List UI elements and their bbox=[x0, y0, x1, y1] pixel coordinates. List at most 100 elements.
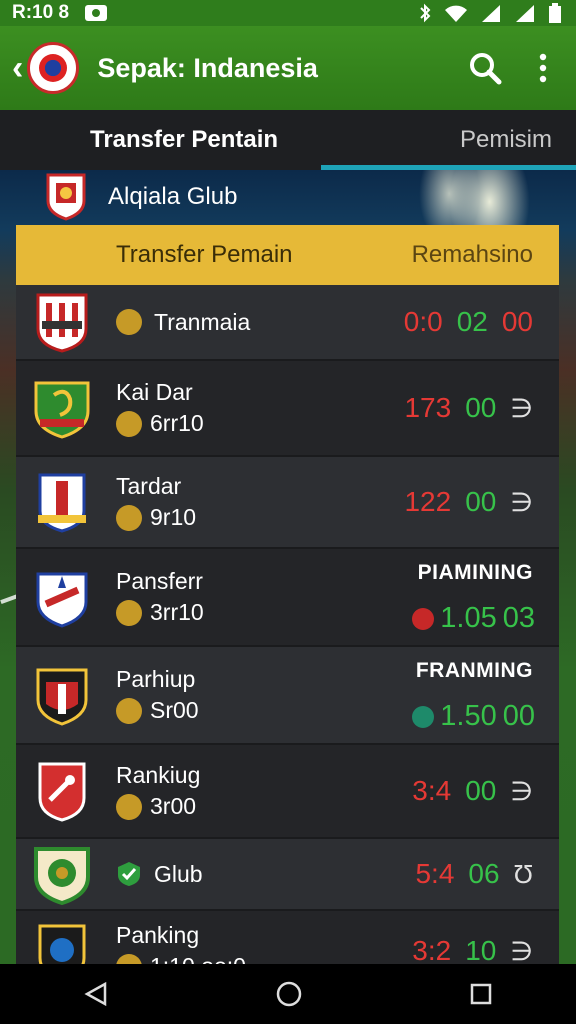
ranking-label: PIAMINING bbox=[417, 561, 533, 584]
club-crest-icon bbox=[36, 572, 88, 628]
row-name: Glub bbox=[116, 859, 203, 890]
score-value: 00 bbox=[465, 392, 497, 423]
ranking-status-icon bbox=[412, 607, 435, 630]
list-item[interactable]: Panking 1:10 oo:0 3:2 10 ∋ bbox=[16, 911, 559, 965]
ranking-score: 1.05 03 bbox=[412, 602, 535, 635]
list-item[interactable]: Parhiup Sr00 FRANMING 1.50 00 bbox=[16, 647, 559, 745]
club-header: Alqiala Glub bbox=[46, 172, 237, 222]
status-bar: R:10 8 bbox=[0, 0, 576, 26]
shield-badge-icon bbox=[116, 410, 142, 437]
club-crest-icon bbox=[38, 762, 86, 822]
row-name-text: Tardar bbox=[116, 473, 182, 499]
row-score: 0:0 02 00 bbox=[404, 306, 533, 338]
ranking-value: 03 bbox=[502, 602, 535, 634]
list-item[interactable]: Kai Dar 6rr10 173 00 ∋ bbox=[16, 361, 559, 457]
nav-home-icon[interactable] bbox=[275, 980, 303, 1008]
row-sub-text: Sr00 bbox=[150, 697, 199, 723]
row-name-text: Kai Dar bbox=[116, 379, 193, 405]
list-item[interactable]: Tranmaia 0:0 02 00 bbox=[16, 285, 559, 361]
tab-pemisim[interactable]: Pemisim bbox=[321, 110, 576, 170]
app-title: Sepak: Indanesia bbox=[97, 52, 318, 83]
row-info: Glub bbox=[116, 859, 203, 890]
row-info: Kai Dar 6rr10 bbox=[116, 377, 204, 439]
row-sub: 3r00 bbox=[116, 791, 200, 822]
club-crest-icon bbox=[34, 847, 90, 905]
score-value: 02 bbox=[456, 306, 488, 337]
panel-header: Transfer Pemain Remahsino bbox=[16, 225, 559, 285]
club-crest-icon bbox=[38, 924, 86, 965]
row-score: 173 00 ∋ bbox=[404, 392, 533, 424]
row-sub: 9r10 bbox=[116, 502, 196, 533]
ball-badge-icon bbox=[116, 793, 142, 820]
row-info: Panking 1:10 oo:0 bbox=[116, 920, 246, 965]
score-value: ∋ bbox=[510, 486, 533, 517]
nav-recents-icon[interactable] bbox=[469, 982, 493, 1006]
list-item[interactable]: Rankiug 3r00 3:4 00 ∋ bbox=[16, 745, 559, 839]
club-crest-icon bbox=[38, 473, 86, 533]
score-value: 3:4 bbox=[412, 775, 452, 806]
score-value: 0:0 bbox=[403, 306, 443, 337]
row-info: Parhiup Sr00 bbox=[116, 664, 199, 726]
row-score: 122 00 ∋ bbox=[404, 486, 533, 518]
bluetooth-icon bbox=[420, 3, 431, 23]
row-sub-text: 3r00 bbox=[150, 793, 197, 819]
ranking-value: 1.50 bbox=[440, 700, 497, 732]
battery-icon bbox=[549, 3, 561, 23]
club-header-label: Alqiala Glub bbox=[108, 183, 238, 210]
row-score: 5:4 06 Ʊ bbox=[415, 858, 533, 890]
score-value: Ʊ bbox=[513, 858, 533, 889]
back-arrow-icon[interactable]: ‹ bbox=[12, 49, 23, 88]
transfer-panel: Transfer Pemain Remahsino Tranmaia 0:0 0… bbox=[16, 225, 559, 965]
score-value: 173 bbox=[404, 392, 452, 423]
score-value: ∋ bbox=[510, 775, 533, 806]
score-value: ∋ bbox=[510, 935, 533, 966]
list-item[interactable]: Tardar 9r10 122 00 ∋ bbox=[16, 457, 559, 549]
club-crest-icon bbox=[34, 381, 90, 439]
row-info: Tranmaia bbox=[116, 307, 250, 338]
search-icon[interactable] bbox=[468, 51, 502, 85]
wifi-icon bbox=[445, 5, 467, 22]
ranking-value: 00 bbox=[502, 700, 535, 732]
app-logo bbox=[27, 42, 80, 94]
ball-badge-icon bbox=[116, 599, 142, 626]
score-value: 00 bbox=[465, 775, 497, 806]
row-score: 3:2 10 ∋ bbox=[412, 935, 533, 965]
panel-header-secondary: Remahsino bbox=[411, 241, 533, 268]
notification-icon bbox=[85, 5, 108, 21]
ranking-score: 1.50 00 bbox=[412, 700, 535, 733]
row-info: Pansferr 3rr10 bbox=[116, 566, 204, 628]
score-value: 00 bbox=[465, 486, 497, 517]
row-name-text: Parhiup bbox=[116, 666, 196, 692]
ball-badge-icon bbox=[116, 697, 142, 724]
list-item[interactable]: Pansferr 3rr10 PIAMINING 1.05 03 bbox=[16, 549, 559, 647]
score-value: ∋ bbox=[510, 392, 533, 423]
row-name-text: Glub bbox=[154, 860, 203, 887]
signal-icon bbox=[482, 5, 500, 22]
tab-transfer[interactable]: Transfer Pentain bbox=[0, 110, 321, 170]
tab-bar: Transfer Pentain Pemisim bbox=[0, 110, 576, 170]
tab-transfer-label: Transfer Pentain bbox=[90, 126, 279, 153]
check-badge-icon bbox=[118, 862, 140, 886]
score-value: 06 bbox=[468, 858, 500, 889]
score-value: 00 bbox=[501, 306, 533, 337]
row-name-text: Tranmaia bbox=[154, 308, 251, 335]
signal-icon bbox=[516, 5, 534, 22]
row-sub-text: 3rr10 bbox=[150, 599, 204, 625]
row-sub: 6rr10 bbox=[116, 408, 204, 439]
list-item[interactable]: Glub 5:4 06 Ʊ bbox=[16, 839, 559, 911]
row-name-text: Panking bbox=[116, 922, 200, 948]
row-score: 3:4 00 ∋ bbox=[412, 775, 533, 807]
ball-badge-icon bbox=[116, 504, 142, 531]
score-value: 10 bbox=[465, 935, 497, 965]
ranking-value: 1.05 bbox=[440, 602, 497, 634]
panel-header-title: Transfer Pemain bbox=[116, 241, 293, 268]
row-info: Tardar 9r10 bbox=[116, 471, 196, 533]
nav-back-icon[interactable] bbox=[83, 981, 109, 1007]
row-info: Rankiug 3r00 bbox=[116, 760, 200, 822]
more-vert-icon[interactable] bbox=[538, 53, 548, 83]
score-value: 3:2 bbox=[412, 935, 452, 965]
score-value: 122 bbox=[404, 486, 452, 517]
club-crest-icon bbox=[46, 173, 86, 221]
row-sub: Sr00 bbox=[116, 695, 199, 726]
club-crest-icon bbox=[36, 668, 88, 726]
